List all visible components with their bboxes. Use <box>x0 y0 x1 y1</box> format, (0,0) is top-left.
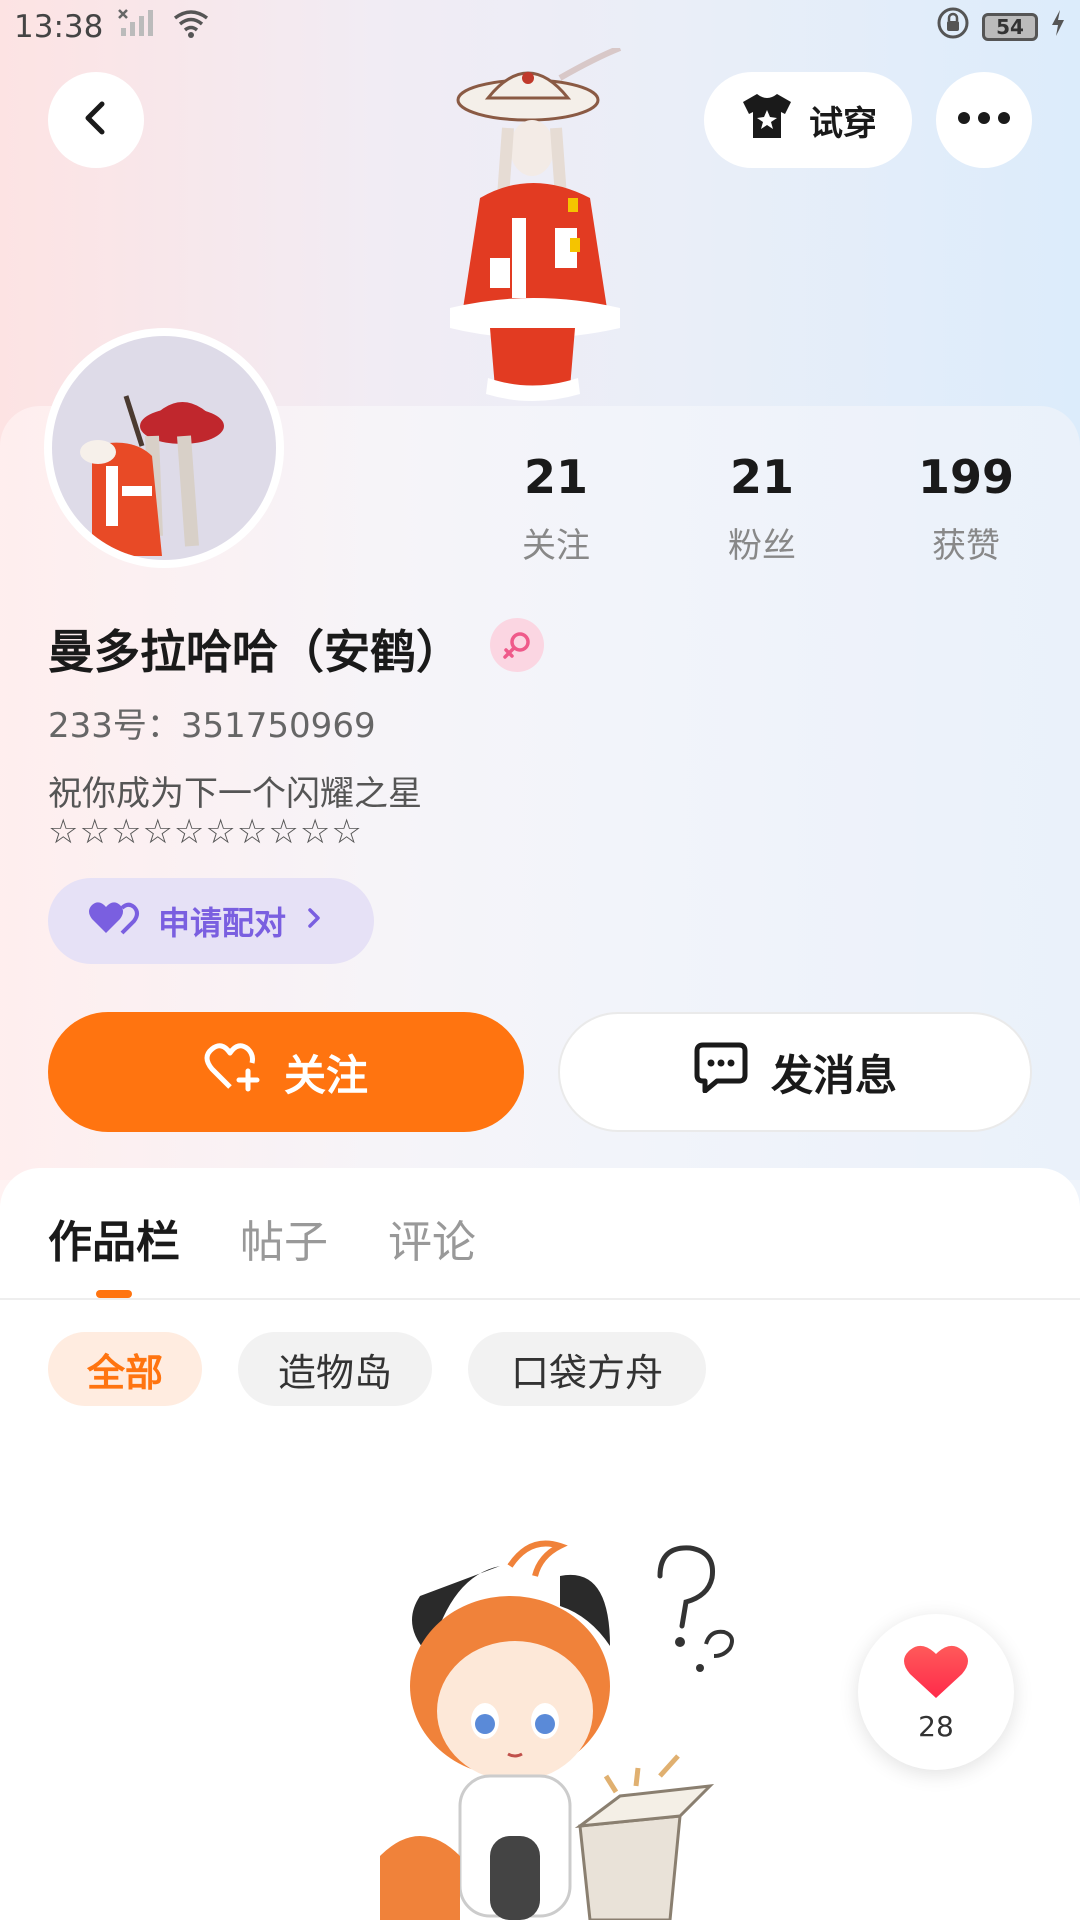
empty-state-mascot <box>360 1536 760 1920</box>
tshirt-icon <box>739 92 795 149</box>
stat-fans-value: 21 <box>729 450 794 504</box>
nickname: 曼多拉哈哈（安鹤） <box>48 625 462 679</box>
chat-bubble-icon <box>693 1041 749 1103</box>
tab-divider <box>0 1298 1080 1300</box>
send-message-label: 发消息 <box>770 1050 897 1100</box>
like-count: 28 <box>918 1709 954 1743</box>
avatar[interactable] <box>44 328 284 568</box>
tab-posts[interactable]: 帖子 <box>240 1206 328 1270</box>
charging-icon <box>1050 8 1066 46</box>
back-button[interactable] <box>48 72 144 168</box>
stat-following-value: 21 <box>523 450 588 504</box>
signal-icon <box>117 8 157 46</box>
try-on-label: 试穿 <box>809 103 877 144</box>
filter-pocket-ark[interactable]: 口袋方舟 <box>468 1332 706 1406</box>
bio-line-2: ☆☆☆☆☆☆☆☆☆☆ <box>48 812 363 852</box>
status-time: 13:38 <box>14 9 104 45</box>
heart-icon <box>902 1642 970 1706</box>
stat-fans-label: 粉丝 <box>728 526 796 566</box>
more-button[interactable] <box>936 72 1032 168</box>
stat-following-label: 关注 <box>522 526 590 566</box>
battery-icon: 54 <box>982 13 1038 41</box>
stat-likes-value: 199 <box>917 450 1015 504</box>
more-dots-icon <box>956 110 1012 130</box>
female-icon <box>490 618 544 672</box>
tab-comments[interactable]: 评论 <box>388 1206 476 1270</box>
chevron-left-icon <box>76 98 116 142</box>
avatar-character-figure <box>420 45 660 408</box>
apply-pair-label: 申请配对 <box>158 904 287 942</box>
stat-fans[interactable]: 21 粉丝 <box>682 450 842 567</box>
filter-all[interactable]: 全部 <box>48 1332 202 1406</box>
status-bar: 13:38 54 <box>0 0 1080 54</box>
like-float-button[interactable]: 28 <box>858 1614 1014 1770</box>
heart-add-icon <box>204 1041 262 1103</box>
stat-following[interactable]: 21 关注 <box>476 450 636 567</box>
follow-button[interactable]: 关注 <box>48 1012 524 1132</box>
try-on-button[interactable]: 试穿 <box>704 72 912 168</box>
rotation-lock-icon <box>936 6 970 48</box>
follow-label: 关注 <box>283 1050 368 1100</box>
bio-line-1: 祝你成为下一个闪耀之星 <box>48 774 422 814</box>
stat-likes-label: 获赞 <box>932 526 1000 566</box>
chevron-right-icon <box>304 902 324 940</box>
double-heart-icon <box>88 899 140 943</box>
send-message-button[interactable]: 发消息 <box>558 1012 1032 1132</box>
tab-works[interactable]: 作品栏 <box>48 1206 180 1270</box>
user-id: 233号：351750969 <box>48 706 376 746</box>
apply-pair-button[interactable]: 申请配对 <box>48 878 374 964</box>
tab-indicator <box>96 1290 132 1298</box>
wifi-icon <box>171 8 211 46</box>
filter-creation-island[interactable]: 造物岛 <box>238 1332 432 1406</box>
stat-likes[interactable]: 199 获赞 <box>886 450 1046 567</box>
